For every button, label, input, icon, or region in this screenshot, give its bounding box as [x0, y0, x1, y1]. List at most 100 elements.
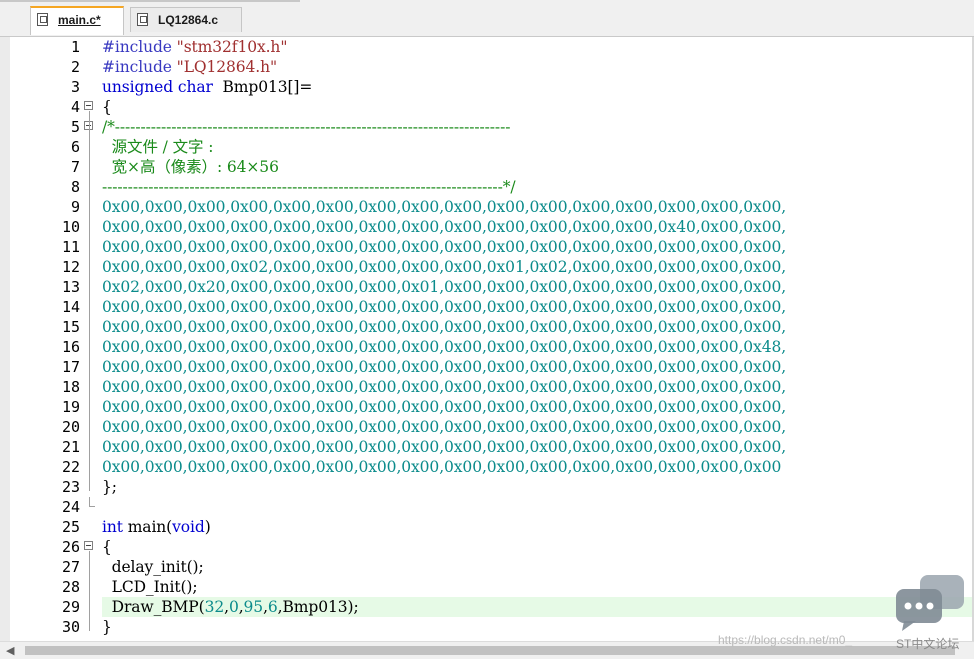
code-line[interactable]: 17 0x00,0x00,0x00,0x00,0x00,0x00,0x00,0x0…	[0, 357, 974, 377]
code-line[interactable]: 27 delay_init();	[0, 557, 974, 577]
code-line[interactable]: 2 #include "LQ12864.h"	[0, 57, 974, 77]
code-text: #include "LQ12864.h"	[102, 57, 277, 77]
token: delay_init();	[102, 558, 204, 576]
line-number: 15	[61, 318, 80, 336]
code-line[interactable]: 4{	[0, 97, 974, 117]
fold-end-icon	[89, 497, 95, 507]
code-text: LCD_Init();	[102, 577, 198, 597]
token: Bmp013[]=	[212, 78, 313, 96]
hex-data: 0x00,0x00,0x00,0x02,0x00,0x00,0x00,0x00,…	[102, 258, 787, 276]
code-text: 0x00,0x00,0x00,0x00,0x00,0x00,0x00,0x00,…	[102, 237, 786, 257]
line-number: 16	[61, 338, 80, 356]
code-line[interactable]: 13 0x02,0x00,0x20,0x00,0x00,0x00,0x00,0x0…	[0, 277, 974, 297]
code-line[interactable]: 3 unsigned char Bmp013[]=	[0, 77, 974, 97]
chat-bubble-icon	[896, 575, 964, 631]
tab-lq12864-c[interactable]: LQ12864.c	[130, 7, 242, 32]
line-number: 14	[61, 298, 80, 316]
code-line[interactable]: 8 ---------------------------------------…	[0, 177, 974, 197]
token: {	[102, 98, 112, 116]
code-editor[interactable]: 1 #include "stm32f10x.h" 2 #include "LQ1286…	[0, 37, 974, 641]
code-line[interactable]: 6 源文件 / 文字 :	[0, 137, 974, 157]
line-number: 2	[70, 58, 80, 76]
fold-guide-line	[89, 111, 90, 491]
watermark-brand: ST中文论坛	[896, 637, 960, 651]
watermark-url: https://blog.csdn.net/m0_	[718, 633, 853, 647]
code-line[interactable]: 26 {	[0, 537, 974, 557]
token: main(	[122, 518, 173, 536]
hex-data: 0x02,0x00,0x20,0x00,0x00,0x00,0x00,0x01,…	[102, 278, 787, 296]
code-text: #include "stm32f10x.h"	[102, 37, 287, 57]
hex-data: 0x00,0x00,0x00,0x00,0x00,0x00,0x00,0x00,…	[102, 218, 787, 236]
code-line[interactable]: 7 宽×高（像素）: 64×56	[0, 157, 974, 177]
scrollbar-thumb[interactable]	[25, 646, 955, 655]
code-line[interactable]: 10 0x00,0x00,0x00,0x00,0x00,0x00,0x00,0x0…	[0, 217, 974, 237]
token: Draw_BMP(	[102, 598, 205, 616]
code-line[interactable]: 24	[0, 497, 974, 517]
code-line[interactable]: 19 0x00,0x00,0x00,0x00,0x00,0x00,0x00,0x0…	[0, 397, 974, 417]
fold-guide-line	[89, 551, 90, 631]
token: #include	[102, 38, 177, 56]
line-number: 8	[70, 178, 80, 196]
line-number: 4	[70, 98, 80, 116]
code-text: 0x00,0x00,0x00,0x00,0x00,0x00,0x00,0x00,…	[102, 357, 786, 377]
line-number: 5	[70, 118, 80, 136]
code-line[interactable]: 16 0x00,0x00,0x00,0x00,0x00,0x00,0x00,0x0…	[0, 337, 974, 357]
line-number: 12	[61, 258, 80, 276]
fold-toggle-icon[interactable]	[84, 101, 93, 110]
code-text: /*--------------------------------------…	[102, 117, 510, 137]
code-line[interactable]: 15 0x00,0x00,0x00,0x00,0x00,0x00,0x00,0x0…	[0, 317, 974, 337]
hex-data: 0x00,0x00,0x00,0x00,0x00,0x00,0x00,0x00,…	[102, 338, 787, 356]
token: }	[102, 618, 112, 636]
code-line[interactable]: 11 0x00,0x00,0x00,0x00,0x00,0x00,0x00,0x0…	[0, 237, 974, 257]
token: 0	[228, 598, 239, 616]
token: LCD_Init();	[102, 578, 198, 596]
line-number: 18	[61, 378, 80, 396]
code-line[interactable]: 9 0x00,0x00,0x00,0x00,0x00,0x00,0x00,0x00…	[0, 197, 974, 217]
code-text: unsigned char Bmp013[]=	[102, 77, 312, 97]
code-text: 0x00,0x00,0x00,0x00,0x00,0x00,0x00,0x00,…	[102, 197, 786, 217]
token: void	[172, 518, 205, 536]
line-number: 25	[61, 518, 80, 536]
code-text: {	[102, 97, 112, 117]
code-line[interactable]: 20 0x00,0x00,0x00,0x00,0x00,0x00,0x00,0x0…	[0, 417, 974, 437]
line-number: 21	[61, 438, 80, 456]
code-line[interactable]: 14 0x00,0x00,0x00,0x00,0x00,0x00,0x00,0x0…	[0, 297, 974, 317]
code-text: {	[102, 537, 112, 557]
line-number: 11	[61, 238, 80, 256]
fold-toggle-icon[interactable]	[84, 541, 93, 550]
code-text: 宽×高（像素）: 64×56	[102, 157, 279, 177]
hex-data: 0x00,0x00,0x00,0x00,0x00,0x00,0x00,0x00,…	[102, 198, 787, 216]
hex-data: 0x00,0x00,0x00,0x00,0x00,0x00,0x00,0x00,…	[102, 238, 787, 256]
code-text: 0x00,0x00,0x00,0x02,0x00,0x00,0x00,0x00,…	[102, 257, 786, 277]
editor-tab-bar: main.c* LQ12864.c	[0, 0, 974, 37]
token: )	[204, 518, 211, 536]
code-text: 0x00,0x00,0x00,0x00,0x00,0x00,0x00,0x00,…	[102, 297, 786, 317]
code-line[interactable]: 28 LCD_Init();	[0, 577, 974, 597]
code-text: delay_init();	[102, 557, 204, 577]
code-text: 0x00,0x00,0x00,0x00,0x00,0x00,0x00,0x00,…	[102, 457, 781, 477]
tab-main-c[interactable]: main.c*	[30, 6, 124, 35]
code-text: 0x00,0x00,0x00,0x00,0x00,0x00,0x00,0x00,…	[102, 377, 786, 397]
code-line[interactable]: 1 #include "stm32f10x.h"	[0, 37, 974, 57]
c-file-icon	[37, 13, 48, 26]
line-number: 20	[61, 418, 80, 436]
code-line[interactable]: 5 /*-------------------------------------…	[0, 117, 974, 137]
line-number: 3	[70, 78, 80, 96]
code-line[interactable]: 12 0x00,0x00,0x00,0x02,0x00,0x00,0x00,0x0…	[0, 257, 974, 277]
code-line[interactable]: 21 0x00,0x00,0x00,0x00,0x00,0x00,0x00,0x0…	[0, 437, 974, 457]
code-line[interactable]: 22 0x00,0x00,0x00,0x00,0x00,0x00,0x00,0x0…	[0, 457, 974, 477]
hex-data: 0x00,0x00,0x00,0x00,0x00,0x00,0x00,0x00,…	[102, 438, 787, 456]
code-line[interactable]: 23};	[0, 477, 974, 497]
token: ,Bmp013);	[277, 598, 359, 616]
token: /*--------------------------------------…	[102, 118, 511, 136]
code-text: 源文件 / 文字 :	[102, 137, 214, 157]
token: {	[102, 538, 112, 556]
code-line[interactable]: 25 int main(void)	[0, 517, 974, 537]
code-text: int main(void)	[102, 517, 211, 537]
code-line[interactable]: 29 Draw_BMP(32,0,95,6,Bmp013);	[0, 597, 974, 617]
line-number: 9	[70, 198, 80, 216]
code-line[interactable]: 18 0x00,0x00,0x00,0x00,0x00,0x00,0x00,0x0…	[0, 377, 974, 397]
scroll-left-icon[interactable]: ◀	[6, 644, 14, 657]
hex-data: 0x00,0x00,0x00,0x00,0x00,0x00,0x00,0x00,…	[102, 398, 787, 416]
line-number: 1	[70, 38, 80, 56]
